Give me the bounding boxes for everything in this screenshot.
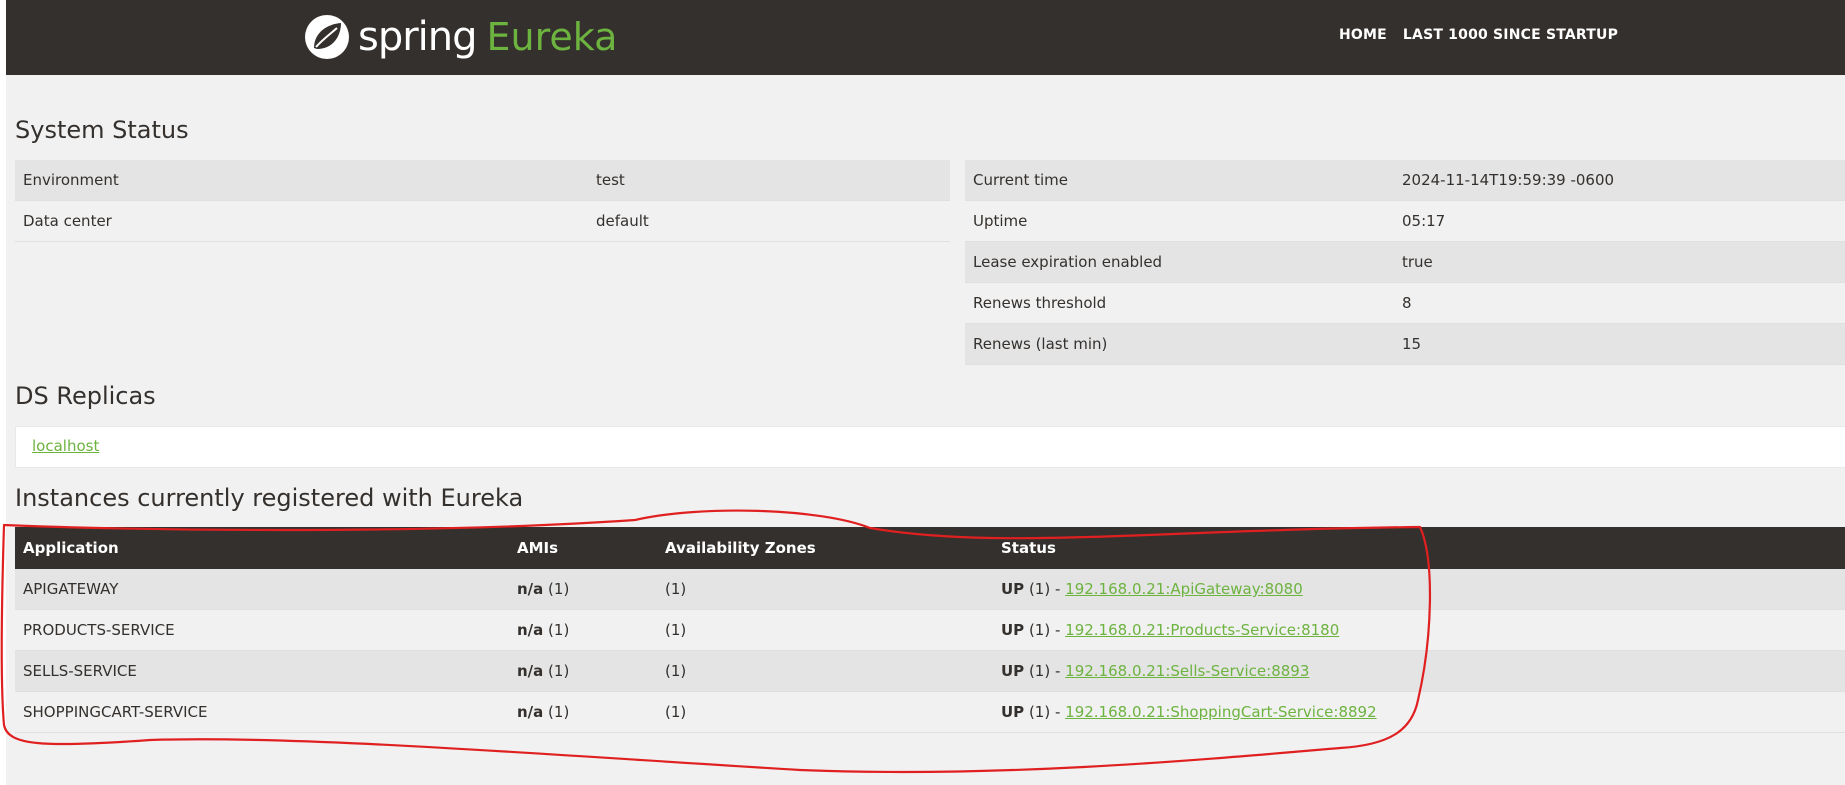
instances-title: Instances currently registered with Eure… — [15, 484, 524, 512]
table-row: Uptime 05:17 — [965, 200, 1845, 242]
amis-cell: n/a (1) — [509, 569, 657, 610]
table-row: Environment test — [15, 160, 950, 201]
system-status-left-table: Environment test Data center default — [15, 160, 950, 242]
status-value: true — [1394, 241, 1845, 283]
table-row: APIGATEWAY n/a (1) (1) UP (1) - 192.168.… — [15, 569, 1845, 610]
table-row: Renews threshold 8 — [965, 282, 1845, 324]
instance-link[interactable]: 192.168.0.21:ShoppingCart-Service:8892 — [1065, 703, 1376, 721]
top-nav: HOME LAST 1000 SINCE STARTUP — [1339, 27, 1618, 43]
application-name: APIGATEWAY — [15, 569, 509, 610]
status-count: (1) - — [1024, 580, 1066, 598]
table-row: Lease expiration enabled true — [965, 241, 1845, 283]
status-label: Current time — [965, 160, 1394, 201]
system-status-title: System Status — [15, 116, 189, 144]
nav-home-link[interactable]: HOME — [1339, 27, 1387, 43]
status-value: 15 — [1394, 323, 1845, 365]
table-row: SHOPPINGCART-SERVICE n/a (1) (1) UP (1) … — [15, 691, 1845, 733]
amis-cell: n/a (1) — [509, 609, 657, 651]
ds-replicas-title: DS Replicas — [15, 382, 156, 410]
brand-spring-text: spring — [358, 14, 478, 60]
table-row: Data center default — [15, 200, 950, 242]
ds-replicas-list: localhost — [15, 426, 1845, 468]
page-frame: spring Eureka HOME LAST 1000 SINCE START… — [6, 0, 1845, 785]
amis-cell: n/a (1) — [509, 650, 657, 692]
column-header-amis: AMIs — [509, 527, 657, 569]
status-cell: UP (1) - 192.168.0.21:Products-Service:8… — [993, 609, 1845, 651]
status-label: Uptime — [965, 200, 1394, 242]
spring-leaf-icon — [305, 15, 349, 59]
application-name: SHOPPINGCART-SERVICE — [15, 691, 509, 733]
zones-cell: (1) — [657, 569, 993, 610]
status-cell: UP (1) - 192.168.0.21:ShoppingCart-Servi… — [993, 691, 1845, 733]
table-row: SELLS-SERVICE n/a (1) (1) UP (1) - 192.1… — [15, 650, 1845, 692]
instance-link[interactable]: 192.168.0.21:ApiGateway:8080 — [1065, 580, 1303, 598]
instance-link[interactable]: 192.168.0.21:Sells-Service:8893 — [1065, 662, 1309, 680]
table-header-row: Application AMIs Availability Zones Stat… — [15, 527, 1845, 569]
instances-table: Application AMIs Availability Zones Stat… — [15, 527, 1845, 733]
status-up: UP — [1001, 662, 1025, 680]
nav-last1000-link[interactable]: LAST 1000 SINCE STARTUP — [1403, 27, 1618, 43]
zones-cell: (1) — [657, 609, 993, 651]
amis-value: n/a — [517, 580, 544, 598]
status-label: Renews threshold — [965, 282, 1394, 324]
status-value: 05:17 — [1394, 200, 1845, 242]
amis-cell: n/a (1) — [509, 691, 657, 733]
amis-count: (1) — [543, 580, 570, 598]
status-count: (1) - — [1024, 703, 1066, 721]
amis-value: n/a — [517, 662, 544, 680]
zones-cell: (1) — [657, 691, 993, 733]
status-value: 2024-11-14T19:59:39 -0600 — [1394, 160, 1845, 201]
amis-count: (1) — [543, 703, 570, 721]
amis-value: n/a — [517, 703, 544, 721]
status-value: test — [588, 160, 950, 201]
status-cell: UP (1) - 192.168.0.21:ApiGateway:8080 — [993, 569, 1845, 610]
amis-count: (1) — [543, 621, 570, 639]
status-label: Renews (last min) — [965, 323, 1394, 365]
status-up: UP — [1001, 703, 1025, 721]
instance-link[interactable]: 192.168.0.21:Products-Service:8180 — [1065, 621, 1339, 639]
system-status-right-table: Current time 2024-11-14T19:59:39 -0600 U… — [965, 160, 1845, 365]
status-cell: UP (1) - 192.168.0.21:Sells-Service:8893 — [993, 650, 1845, 692]
status-count: (1) - — [1024, 621, 1066, 639]
top-navbar: spring Eureka HOME LAST 1000 SINCE START… — [6, 0, 1845, 75]
status-up: UP — [1001, 580, 1025, 598]
amis-value: n/a — [517, 621, 544, 639]
table-row: Current time 2024-11-14T19:59:39 -0600 — [965, 160, 1845, 201]
status-label: Lease expiration enabled — [965, 241, 1394, 283]
column-header-application: Application — [15, 527, 509, 569]
amis-count: (1) — [543, 662, 570, 680]
application-name: PRODUCTS-SERVICE — [15, 609, 509, 651]
column-header-status: Status — [993, 527, 1845, 569]
status-value: default — [588, 200, 950, 242]
brand-logo[interactable]: spring Eureka — [304, 12, 617, 62]
status-label: Data center — [15, 200, 588, 242]
application-name: SELLS-SERVICE — [15, 650, 509, 692]
status-label: Environment — [15, 160, 588, 201]
table-row: PRODUCTS-SERVICE n/a (1) (1) UP (1) - 19… — [15, 609, 1845, 651]
status-up: UP — [1001, 621, 1025, 639]
replica-link[interactable]: localhost — [32, 437, 99, 455]
zones-cell: (1) — [657, 650, 993, 692]
table-row: Renews (last min) 15 — [965, 323, 1845, 365]
status-value: 8 — [1394, 282, 1845, 324]
column-header-zones: Availability Zones — [657, 527, 993, 569]
status-count: (1) - — [1024, 662, 1066, 680]
brand-eureka-text: Eureka — [486, 15, 618, 59]
